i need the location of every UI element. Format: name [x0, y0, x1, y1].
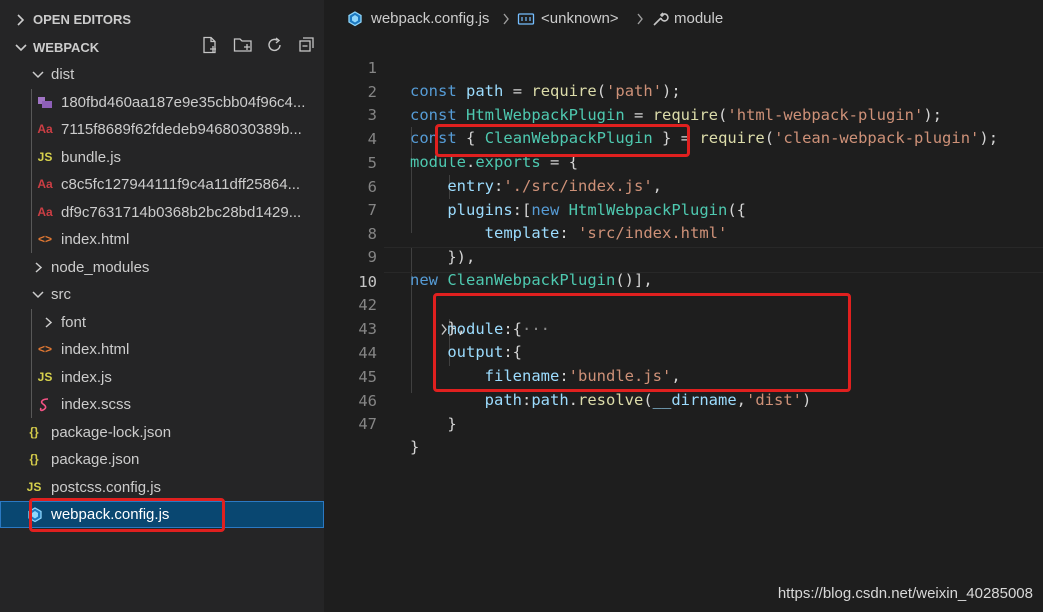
chevron-down-icon — [31, 281, 45, 308]
tree-item-label: package-lock.json — [51, 424, 172, 441]
tree-item-label: index.js — [61, 369, 112, 386]
tree-item-label: bundle.js — [61, 149, 122, 166]
collapse-all-icon[interactable] — [298, 36, 316, 62]
html-file-icon: <> — [37, 342, 52, 356]
code-editor[interactable]: webpack.config.js <unknown> module 1 con… — [324, 0, 1043, 612]
tree-item-label: df9c7631714b0368b2bc28bd1429... — [61, 204, 302, 221]
project-label: WEBPACK — [33, 40, 100, 55]
project-header[interactable]: WEBPACK — [0, 36, 324, 60]
breadcrumb-file[interactable]: webpack.config.js — [371, 8, 489, 30]
code-line[interactable]: 2 const HtmlWebpackPlugin = require('htm… — [324, 57, 1043, 125]
font-file-icon: Aa — [37, 122, 53, 136]
code-line[interactable]: 8 }), — [324, 199, 1043, 267]
tree-item-label: index.html — [61, 231, 130, 248]
annotation-box-output — [433, 293, 851, 392]
code-line-folded[interactable]: 10 module:{··· — [324, 247, 1043, 338]
explorer-sidebar: OPEN EDITORS WEBPACK dist 180fbd460aa187… — [0, 0, 324, 612]
open-editors-label: OPEN EDITORS — [33, 12, 132, 27]
code-text: } — [410, 415, 457, 433]
open-editors-header[interactable]: OPEN EDITORS — [0, 8, 324, 32]
html-file-icon: <> — [37, 232, 52, 246]
tree-file[interactable]: Aa c8c5fc127944111f9c4a11dff25864... — [0, 171, 324, 198]
tree-item-label: src — [51, 286, 71, 303]
code-line[interactable]: 7 template: 'src/index.html' — [324, 175, 1043, 243]
scss-file-icon — [36, 391, 54, 418]
annotation-box-selected-file — [29, 498, 225, 532]
tree-item-label: dist — [51, 66, 75, 83]
tree-file[interactable]: {} package-lock.json — [0, 419, 324, 446]
tree-item-label: package.json — [51, 451, 140, 468]
tree-file[interactable]: JS bundle.js — [0, 144, 324, 171]
js-file-icon: JS — [37, 150, 53, 164]
tree-item-label: index.html — [61, 341, 130, 358]
js-file-icon: JS — [26, 480, 42, 494]
tree-item-label: postcss.config.js — [51, 479, 162, 496]
tree-folder-src[interactable]: src — [0, 281, 324, 308]
code-line[interactable]: 9 new CleanWebpackPlugin()], — [324, 222, 1043, 290]
watermark: https://blog.csdn.net/weixin_40285008 — [777, 585, 1033, 602]
breadcrumb-symbol[interactable]: <unknown> — [541, 8, 619, 30]
tree-item-label: font — [61, 314, 87, 331]
tree-item-label: index.scss — [61, 396, 132, 413]
tree-file[interactable]: Aa 7115f8689f62fdedeb9468030389b... — [0, 116, 324, 143]
chevron-right-icon — [41, 309, 55, 336]
tree-folder-dist[interactable]: dist — [0, 61, 324, 88]
tree-file[interactable]: JS postcss.config.js — [0, 474, 324, 501]
tree-item-label: node_modules — [51, 259, 150, 276]
refresh-icon[interactable] — [266, 36, 284, 62]
tree-folder-node-modules[interactable]: node_modules — [0, 254, 324, 281]
explorer-actions — [191, 36, 316, 60]
tree-file[interactable]: index.scss — [0, 391, 324, 418]
tree-item-label: 7115f8689f62fdedeb9468030389b... — [61, 121, 302, 138]
tree-item-label: c8c5fc127944111f9c4a11dff25864... — [61, 176, 301, 193]
code-text: } — [410, 438, 420, 456]
tree-file[interactable]: <> index.html — [0, 336, 324, 363]
line-number: 47 — [358, 414, 377, 433]
tree-file[interactable]: JS index.js — [0, 364, 324, 391]
chevron-right-icon — [31, 254, 45, 281]
tree-file[interactable]: 180fbd460aa187e9e35cbb04f96c4... — [0, 89, 324, 116]
tree-file[interactable]: {} package.json — [0, 446, 324, 473]
code-line[interactable]: 42 }, — [324, 270, 1043, 338]
new-folder-icon[interactable] — [233, 36, 253, 62]
code-line[interactable]: 1 const path = require('path'); — [324, 33, 1043, 101]
tree-item-label: 180fbd460aa187e9e35cbb04f96c4... — [61, 94, 306, 111]
font-file-icon: Aa — [37, 177, 53, 191]
font-file-icon: Aa — [37, 205, 53, 219]
new-file-icon[interactable] — [201, 36, 219, 62]
js-file-icon: JS — [37, 370, 53, 384]
code-line[interactable]: 3 const { CleanWebpackPlugin } = require… — [324, 80, 1043, 148]
annotation-box-entry — [435, 124, 690, 157]
code-line[interactable]: 47 } — [324, 389, 1043, 457]
breadcrumb-member[interactable]: module — [674, 8, 723, 30]
tree-file[interactable]: Aa df9c7631714b0368b2bc28bd1429... — [0, 199, 324, 226]
tree-folder-font[interactable]: font — [0, 309, 324, 336]
chevron-down-icon — [31, 61, 45, 88]
tree-file[interactable]: <> index.html — [0, 226, 324, 253]
image-file-icon — [36, 89, 54, 116]
json-file-icon: {} — [29, 425, 39, 439]
json-file-icon: {} — [29, 452, 39, 466]
